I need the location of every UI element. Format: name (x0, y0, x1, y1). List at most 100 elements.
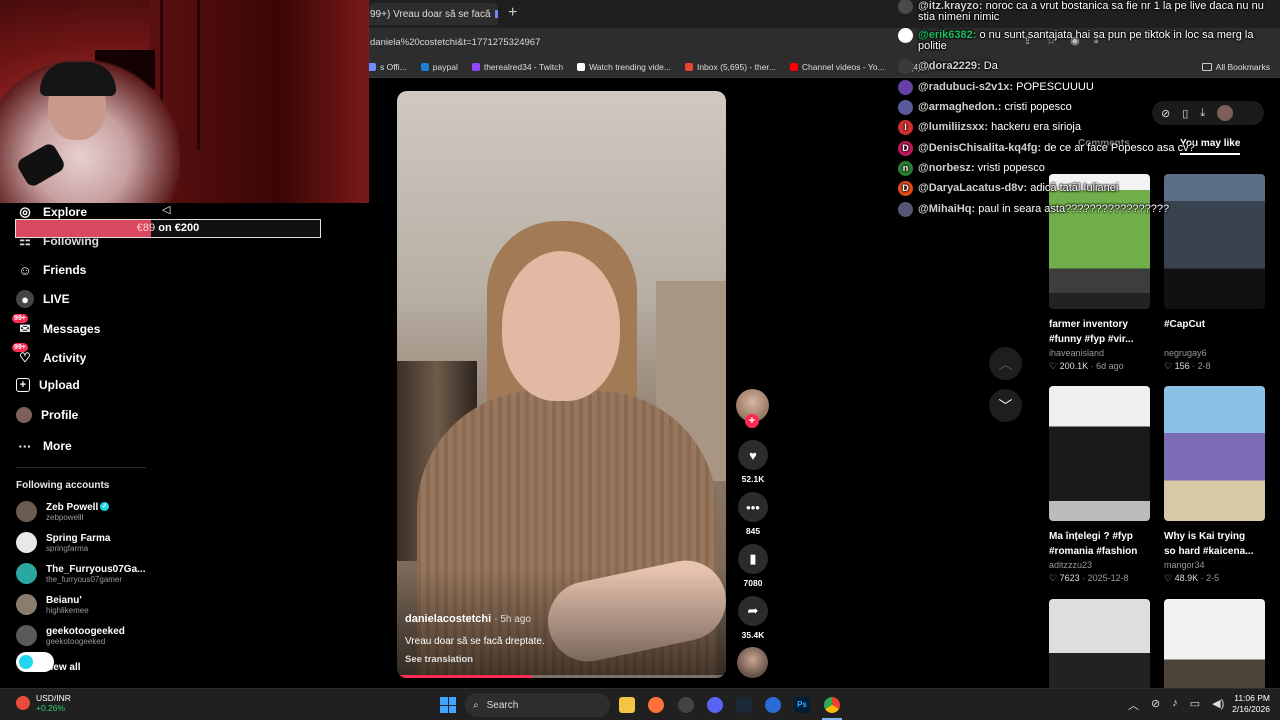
following-account-item[interactable]: The_Furryous07Ga... the_furryous07gamer (16, 563, 145, 584)
chat-message: l @lumiliizsxx: hackeru era sirioja (898, 120, 1081, 135)
user-avatar[interactable] (1217, 105, 1234, 121)
see-translation-link[interactable]: See translation (405, 654, 473, 665)
nav-activity[interactable]: ♡ 99+ Activity (12, 343, 86, 367)
more-options-icon[interactable]: ⋮ (1146, 317, 1150, 332)
more-options-icon[interactable]: ⋮ (1261, 529, 1265, 544)
chat-text: adică tatăl Iulianei (1030, 182, 1119, 194)
more-options-icon[interactable]: ⋮ (1261, 317, 1265, 332)
chrome-icon[interactable] (824, 697, 840, 713)
webcam-feed (0, 0, 369, 203)
activity-icon: ♡ 99+ (12, 343, 31, 365)
recommended-video-card[interactable]: Ma înțelegi ? #fyp #romania #fashion ⋮ adi… (1049, 386, 1150, 585)
video-thumbnail[interactable] (1049, 386, 1150, 521)
bookmark-item[interactable]: s Offi... (368, 62, 407, 72)
bookmark-item[interactable]: Channel videos - Yo... (789, 62, 885, 72)
network-off-icon[interactable]: ⊘ (1151, 697, 1160, 713)
recommended-video-card[interactable]: #CapCut ⋮ negrugay6♡ 156 · 2-8 (1164, 174, 1265, 373)
following-account-item[interactable]: geekotoogeeked geekotoogeeked (16, 625, 125, 646)
nav-live[interactable]: ● LIVE (16, 290, 70, 308)
following-account-item[interactable]: Zeb Powell ✓ zebpowelll (16, 501, 110, 522)
bookmark-favicon-icon (789, 62, 798, 71)
taskbar-search[interactable]: ⌕ Search (465, 693, 610, 717)
share-arrow-icon[interactable]: ➦ (738, 596, 768, 626)
file-explorer-icon[interactable] (619, 697, 635, 713)
compass-tool-icon[interactable]: ⊘ (1161, 107, 1170, 120)
video-thumbnail[interactable] (1164, 174, 1265, 309)
bookmark-icon[interactable]: ▮ (738, 544, 768, 574)
nav-profile[interactable]: Profile (16, 407, 78, 423)
video-thumbnail[interactable] (1164, 386, 1265, 521)
microphone-icon[interactable]: ♪ (1172, 697, 1178, 713)
tab-title: 99+) Vreau doar să se facă (370, 8, 491, 20)
card-author[interactable]: ihaveanisland (1049, 347, 1150, 360)
card-author[interactable]: mangor34 (1164, 559, 1265, 572)
all-bookmarks-button[interactable]: All Bookmarks (1201, 62, 1270, 72)
upload-icon: + (16, 378, 30, 392)
phone-icon[interactable]: ▯ (1182, 107, 1188, 120)
card-author[interactable]: negrugay6 (1164, 347, 1265, 360)
nav-friends[interactable]: ☺ Friends (16, 261, 86, 279)
chat-message: n @norbesz: vristi popesco (898, 161, 1045, 176)
following-accounts-title: Following accounts (16, 480, 110, 491)
heart-icon[interactable]: ♥ (738, 440, 768, 470)
bookmark-label: s Offi... (380, 61, 407, 72)
new-tab-icon[interactable]: + (508, 4, 517, 22)
comment-icon[interactable]: ••• (738, 492, 768, 522)
stock-ticker[interactable]: USD/INR +0.26% (16, 693, 71, 713)
nav-profile-label: Profile (41, 408, 79, 422)
like-action[interactable]: ♥ 52.1K (737, 440, 769, 484)
more-options-icon[interactable]: ⋮ (1146, 529, 1150, 544)
discord-icon[interactable] (707, 697, 723, 713)
following-account-item[interactable]: Spring Farma springfarma (16, 532, 110, 553)
nav-divider (16, 467, 146, 468)
account-username: zebpowelll (46, 512, 84, 522)
video-player[interactable]: danielacostetchi · 5h ago Vreau doar să … (397, 91, 726, 678)
nav-messages[interactable]: ✉ 99+ Messages (12, 314, 100, 338)
view-all-link[interactable]: View all (44, 662, 81, 673)
chat-badge-icon: D (898, 141, 913, 156)
live-icon: ● (16, 290, 34, 308)
bookmark-item[interactable]: Inbox (5,695) - ther... (684, 62, 776, 72)
tray-overflow-icon[interactable]: ︿ (1128, 697, 1139, 713)
messages-icon: ✉ 99+ (12, 314, 31, 336)
music-disc-avatar[interactable] (737, 647, 768, 678)
video-progress-fill (397, 675, 532, 678)
windows-start-icon[interactable] (440, 697, 456, 713)
video-person-face (502, 251, 620, 401)
chevron-up-icon[interactable]: ︿ (989, 347, 1022, 380)
obs-icon[interactable] (678, 697, 694, 713)
browser-tab[interactable]: 99+) Vreau doar să se facă × (368, 3, 498, 25)
app-icon[interactable] (765, 697, 781, 713)
video-author[interactable]: danielacostetchi · 5h ago (405, 613, 531, 625)
recommended-video-card[interactable]: Why is Kai trying so hard #kaicena... ⋮ ma… (1164, 386, 1265, 585)
follow-plus-icon[interactable]: + (745, 414, 759, 428)
bookmark-item[interactable]: Watch trending vide... (577, 62, 671, 72)
chat-badge-icon (898, 28, 913, 43)
steam-icon[interactable] (736, 697, 752, 713)
account-avatar (16, 625, 37, 646)
nav-upload[interactable]: + Upload (16, 378, 80, 392)
firefox-icon[interactable] (648, 697, 664, 713)
bookmark-item[interactable]: therealred34 - Twitch (471, 62, 563, 72)
share-action[interactable]: ➦ 35.4K (737, 596, 769, 640)
nav-more-label: More (43, 439, 72, 453)
chevron-down-icon[interactable]: ﹀ (989, 389, 1022, 422)
heart-stat-icon: ♡ (1164, 361, 1175, 371)
chat-username: @MihaiHq: (918, 203, 976, 215)
collapse-icon[interactable]: ◁ (162, 203, 170, 216)
taskbar-clock[interactable]: 11:06 PM 2/16/2026 (1222, 693, 1270, 715)
chat-message: @armaghedon.: cristi popesco (898, 100, 1072, 115)
nav-more[interactable]: ··· More (16, 437, 72, 455)
following-account-item[interactable]: Beianu' highlikemee (16, 594, 89, 615)
bookmark-item[interactable]: paypal (420, 62, 458, 72)
photoshop-icon[interactable]: Ps (794, 697, 810, 713)
card-author[interactable]: aditzzzu23 (1049, 559, 1150, 572)
video-progress-bar[interactable] (397, 675, 726, 678)
save-action[interactable]: ▮ 7080 (737, 544, 769, 588)
folder-icon (1201, 63, 1212, 71)
comment-action[interactable]: ••• 845 (737, 492, 769, 536)
monitor-icon[interactable]: ▭ (1190, 697, 1200, 713)
ticker-icon (16, 696, 30, 710)
download-icon[interactable]: ⤓ (1200, 107, 1205, 120)
bookmark-favicon-icon (471, 62, 480, 71)
